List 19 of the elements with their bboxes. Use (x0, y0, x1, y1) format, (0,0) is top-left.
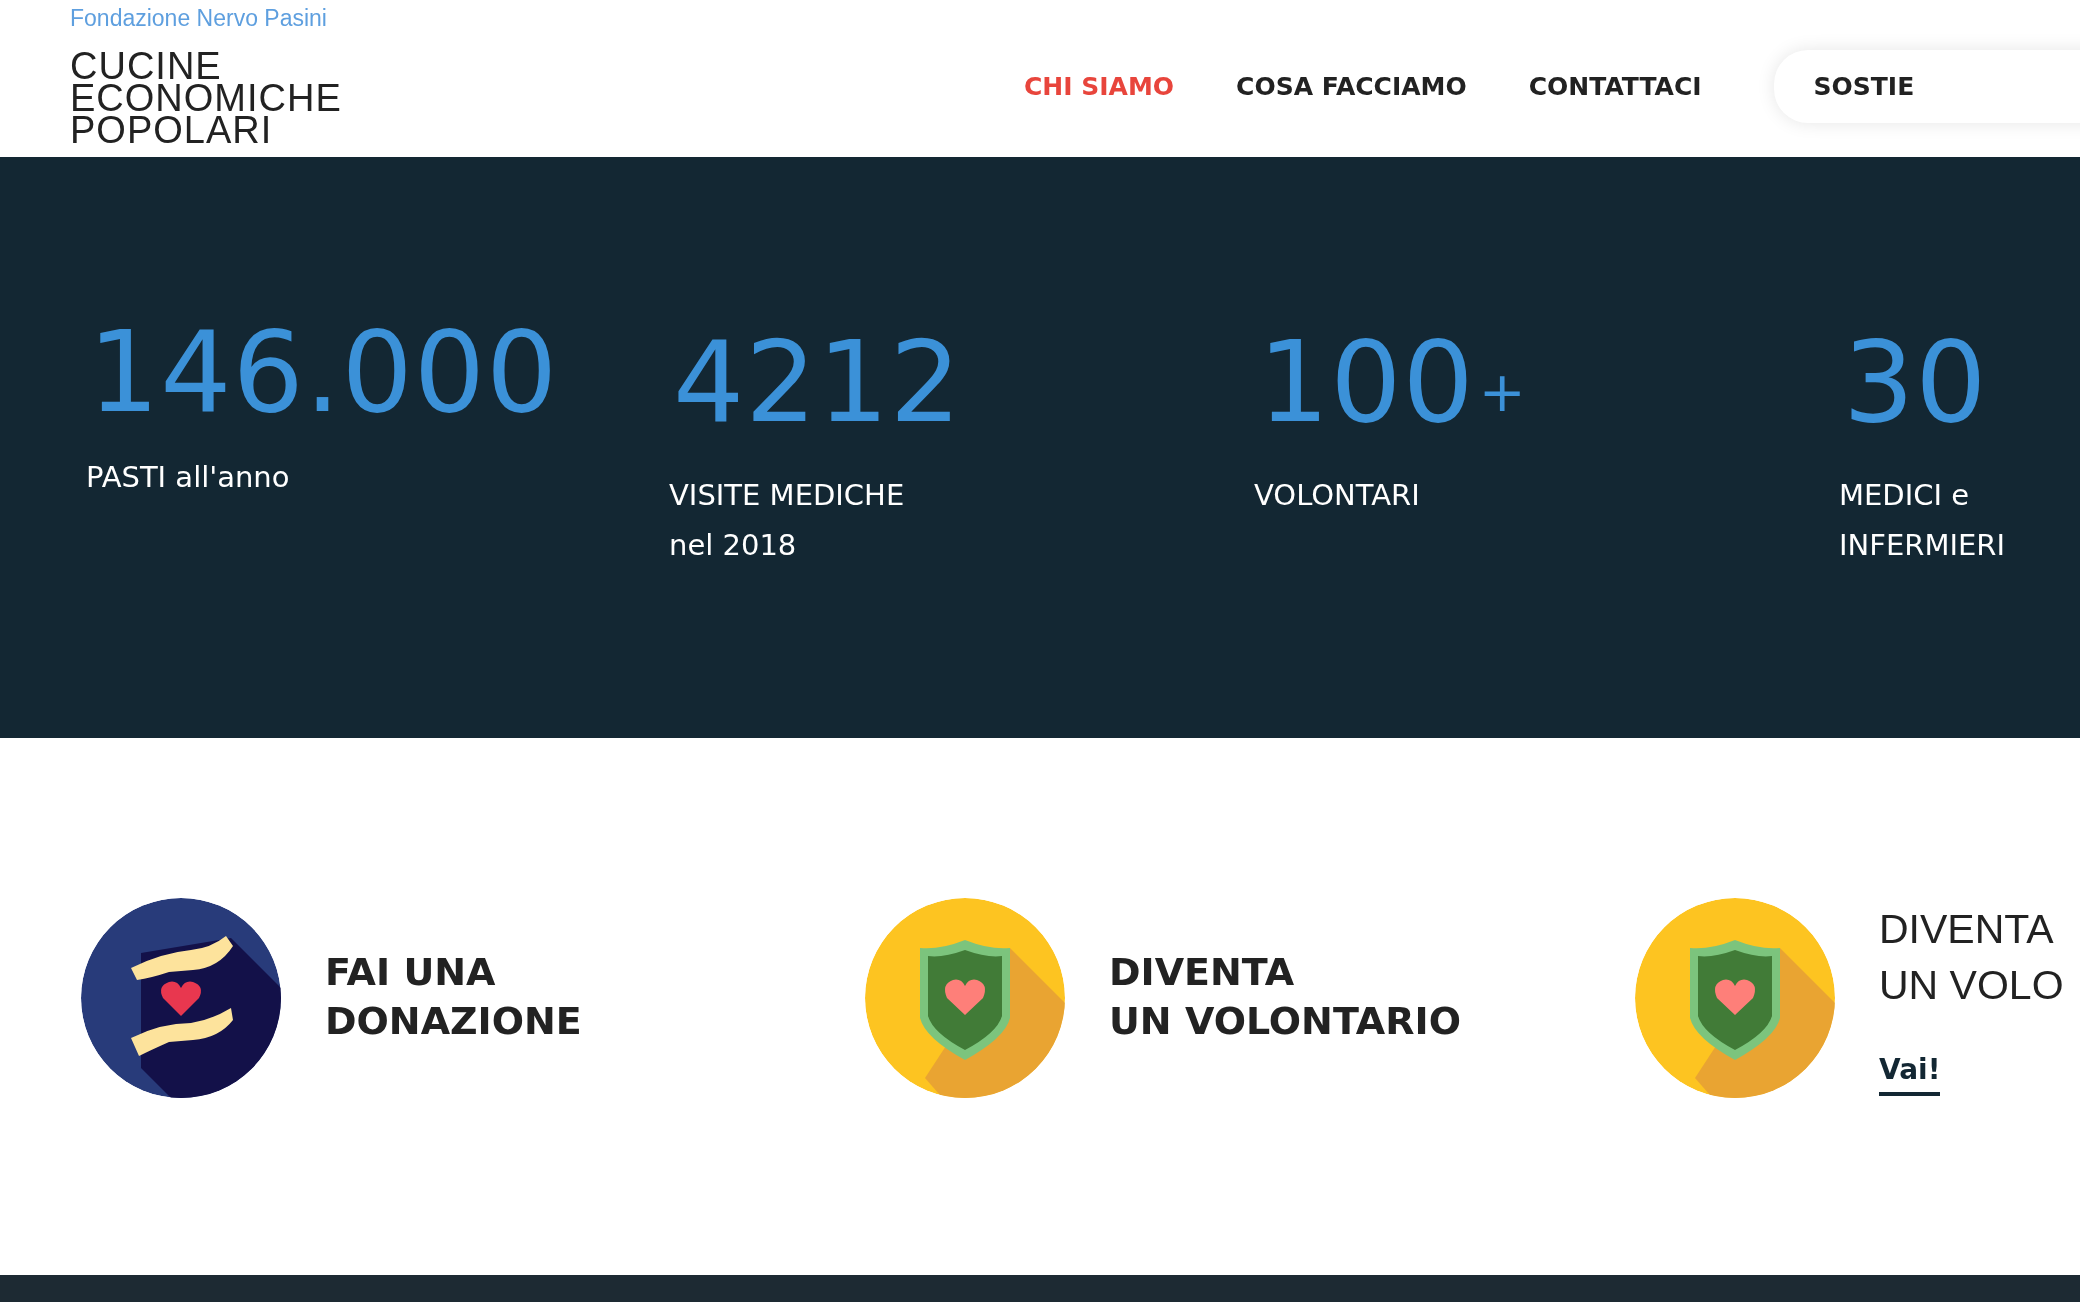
logo-tagline: Fondazione Nervo Pasini (70, 4, 328, 32)
stat-number: 4212 (673, 322, 963, 442)
stat-label: VOLONTARI (1254, 477, 1421, 514)
stat-label: PASTI all'anno (86, 459, 291, 496)
stat-number: 100 (1258, 322, 1475, 442)
go-link[interactable]: Vai! (1879, 1053, 1941, 1096)
action-title: DIVENTA UN VOLO (1879, 905, 2064, 1010)
action-title[interactable]: DIVENTA UN VOLONTARIO (1109, 948, 1461, 1046)
logo-wordmark[interactable]: CUCINE ECONOMICHE POPOLARI (70, 50, 342, 146)
stat-number: 146.000 (88, 312, 559, 432)
action-title[interactable]: FAI UNA DONAZIONE (325, 948, 582, 1046)
nav-link[interactable]: CONTATTACI (1528, 72, 1702, 101)
stat-suffix: + (1478, 364, 1526, 420)
nav-button[interactable]: SOSTIE (1773, 50, 2080, 123)
nav-link[interactable]: COSA FACCIAMO (1236, 72, 1467, 101)
stat-number: 30 (1843, 322, 1988, 442)
nav-link[interactable]: CHI SIAMO (1024, 72, 1175, 101)
stat-label: VISITE MEDICHE nel 2018 (669, 477, 906, 564)
stat-label: MEDICI e INFERMIERI (1839, 477, 2006, 564)
